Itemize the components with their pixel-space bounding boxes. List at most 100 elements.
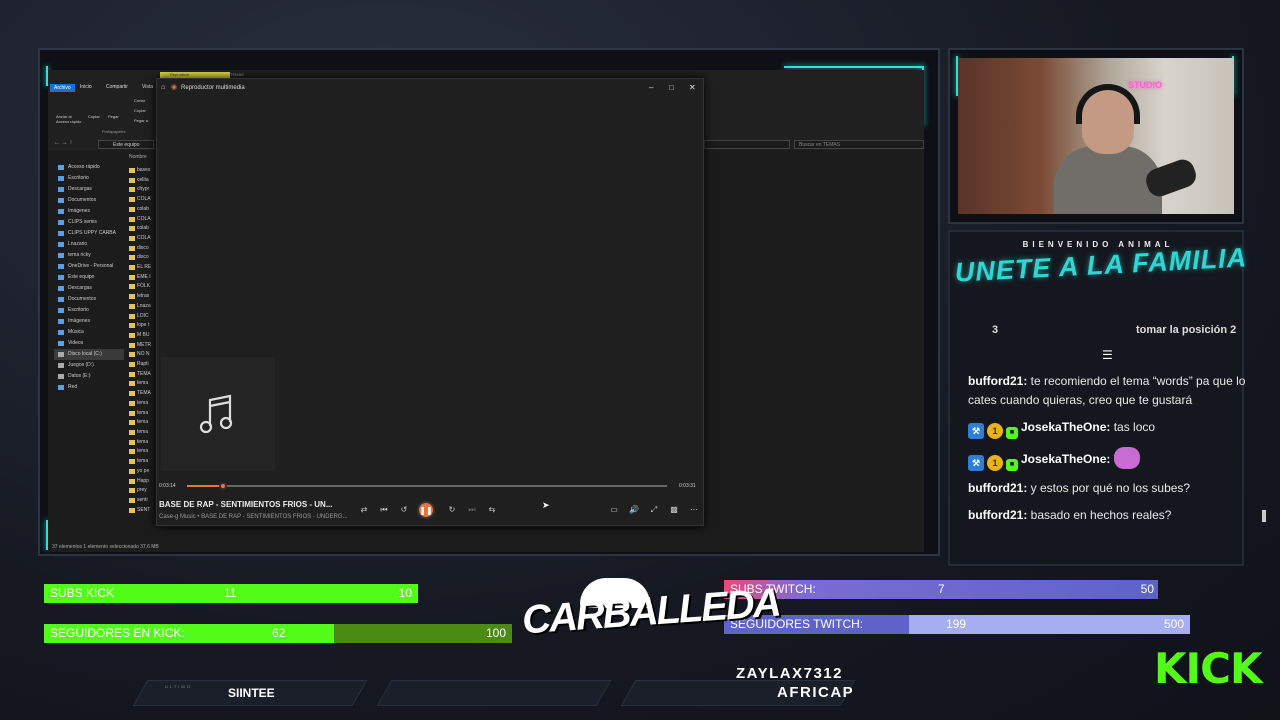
close-button[interactable]: ✕ <box>689 79 696 97</box>
chat-username[interactable]: bufford21: <box>968 481 1027 495</box>
chat-username[interactable]: bufford21: <box>968 508 1027 522</box>
home-icon[interactable]: ⌂ <box>161 79 165 97</box>
address-dropdown[interactable] <box>704 140 790 149</box>
repeat-icon[interactable]: ⇆ <box>485 505 499 514</box>
file-item[interactable]: COLA <box>128 234 158 244</box>
nav-item[interactable]: Imágenes <box>54 206 124 217</box>
file-item[interactable]: letras <box>128 292 158 302</box>
file-item[interactable]: tema <box>128 438 158 448</box>
copy-button[interactable]: Copiar <box>88 114 100 119</box>
nav-item[interactable]: Escritorio <box>54 305 124 316</box>
nav-item[interactable]: Disco local (C:) <box>54 349 124 360</box>
nav-item[interactable]: Red <box>54 382 124 393</box>
file-item[interactable]: LOIC <box>128 312 158 322</box>
music-note-icon <box>199 394 233 434</box>
copy-path-button[interactable]: Copiar <box>134 108 146 113</box>
chat-username[interactable]: JosekaTheOne: <box>1021 420 1110 434</box>
file-item[interactable]: disco <box>128 253 158 263</box>
file-item[interactable]: tema <box>128 457 158 467</box>
file-item[interactable]: COLA <box>128 195 158 205</box>
file-item[interactable]: COLA <box>128 215 158 225</box>
nav-item[interactable]: Lnazario <box>54 239 124 250</box>
rewind-icon[interactable]: ↺ <box>397 505 411 514</box>
nav-item[interactable]: tema ricky <box>54 250 124 261</box>
file-item[interactable]: METR <box>128 341 158 351</box>
file-item[interactable]: M BU <box>128 331 158 341</box>
nav-item[interactable]: Acceso rápido <box>54 162 124 173</box>
nav-item[interactable]: Videos <box>54 338 124 349</box>
navigation-pane: Acceso rápido Escritorio Descargas Document… <box>54 162 124 393</box>
column-header-name[interactable]: Nombre <box>129 154 147 160</box>
maximize-button[interactable]: □ <box>669 79 674 97</box>
file-item[interactable]: tema <box>128 409 158 419</box>
scrollbar[interactable] <box>1262 510 1266 522</box>
file-item[interactable]: EME I <box>128 273 158 283</box>
address-bar[interactable]: Este equipo <box>98 140 154 149</box>
nav-item[interactable]: CLIPS semis <box>54 217 124 228</box>
file-item[interactable]: tema <box>128 428 158 438</box>
file-item[interactable]: tema <box>128 399 158 409</box>
nav-item[interactable]: Descargas <box>54 283 124 294</box>
file-item[interactable]: lope t <box>128 321 158 331</box>
file-item[interactable]: disco <box>128 244 158 254</box>
nav-item[interactable]: Escritorio <box>54 173 124 184</box>
file-item[interactable]: NO N <box>128 350 158 360</box>
nav-item[interactable]: Documentos <box>54 195 124 206</box>
cast-icon[interactable]: ▩ <box>667 505 681 514</box>
file-item[interactable]: yo pe <box>128 467 158 477</box>
nav-item[interactable]: Documentos <box>54 294 124 305</box>
tab-compartir[interactable]: Compartir <box>106 84 128 90</box>
file-item[interactable]: senti <box>128 496 158 506</box>
seguidores-twitch-bar: SEGUIDORES TWITCH: 199 500 <box>724 615 1190 634</box>
paste-shortcut-button[interactable]: Pegar a <box>134 118 148 123</box>
seguidores-twitch-value: 199 <box>946 617 967 631</box>
minimize-button[interactable]: – <box>649 79 653 97</box>
progress-bar[interactable] <box>187 482 667 490</box>
file-item[interactable]: bases <box>128 166 158 176</box>
chat-username[interactable]: bufford21: <box>968 374 1027 388</box>
file-item[interactable]: TEMA <box>128 370 158 380</box>
nav-item[interactable]: Datos (E:) <box>54 371 124 382</box>
cut-button[interactable]: Cortar <box>134 98 145 103</box>
file-item[interactable]: Rapti <box>128 360 158 370</box>
file-item[interactable]: tema <box>128 418 158 428</box>
file-item[interactable]: tema <box>128 447 158 457</box>
file-item[interactable]: colab <box>128 224 158 234</box>
shuffle-icon[interactable]: ⇄ <box>357 505 371 514</box>
file-item[interactable]: chypr <box>128 185 158 195</box>
file-item[interactable]: Lnaza <box>128 302 158 312</box>
tab-vista[interactable]: Vista <box>142 84 153 90</box>
paste-button[interactable]: Pegar <box>108 114 119 119</box>
file-item[interactable]: SENT <box>128 506 158 516</box>
file-item[interactable]: colab <box>128 205 158 215</box>
more-icon[interactable]: ⋯ <box>687 505 701 514</box>
nav-item[interactable]: Descargas <box>54 184 124 195</box>
forward-icon[interactable]: ↻ <box>445 505 459 514</box>
file-item[interactable]: TEMA <box>128 389 158 399</box>
nav-arrows[interactable]: ← → ↑ <box>54 140 72 146</box>
file-item[interactable]: tema <box>128 379 158 389</box>
file-item[interactable]: FOLK <box>128 282 158 292</box>
fullscreen-icon[interactable]: ⤢ <box>647 505 661 515</box>
volume-icon[interactable]: 🔊 <box>627 505 641 514</box>
next-icon[interactable]: ⏭ <box>465 505 479 515</box>
nav-item[interactable]: Este equipo <box>54 272 124 283</box>
nav-item[interactable]: Imágenes <box>54 316 124 327</box>
previous-icon[interactable]: ⏮ <box>377 505 391 515</box>
nav-item[interactable]: Música <box>54 327 124 338</box>
nav-item[interactable]: CLIPS UPPY CARBA <box>54 228 124 239</box>
tab-inicio[interactable]: Inicio <box>80 84 92 90</box>
tab-archivo[interactable]: Archivo <box>50 84 75 92</box>
file-item[interactable]: prey <box>128 486 158 496</box>
pause-button[interactable]: ❚❚ <box>417 501 435 519</box>
search-input[interactable]: Buscar en TEMAS <box>794 140 924 149</box>
nav-item[interactable]: OneDrive - Personal <box>54 261 124 272</box>
nav-item[interactable]: Juegos (D:) <box>54 360 124 371</box>
progress-thumb[interactable] <box>219 482 227 490</box>
chat-username[interactable]: JosekaTheOne: <box>1021 452 1110 466</box>
file-item[interactable]: Happ <box>128 477 158 487</box>
file-item[interactable]: EL RE <box>128 263 158 273</box>
miniplayer-icon[interactable]: ▭ <box>607 505 621 514</box>
pin-button[interactable]: Anclar al Acceso rápido <box>56 114 84 124</box>
file-item[interactable]: celita <box>128 176 158 186</box>
